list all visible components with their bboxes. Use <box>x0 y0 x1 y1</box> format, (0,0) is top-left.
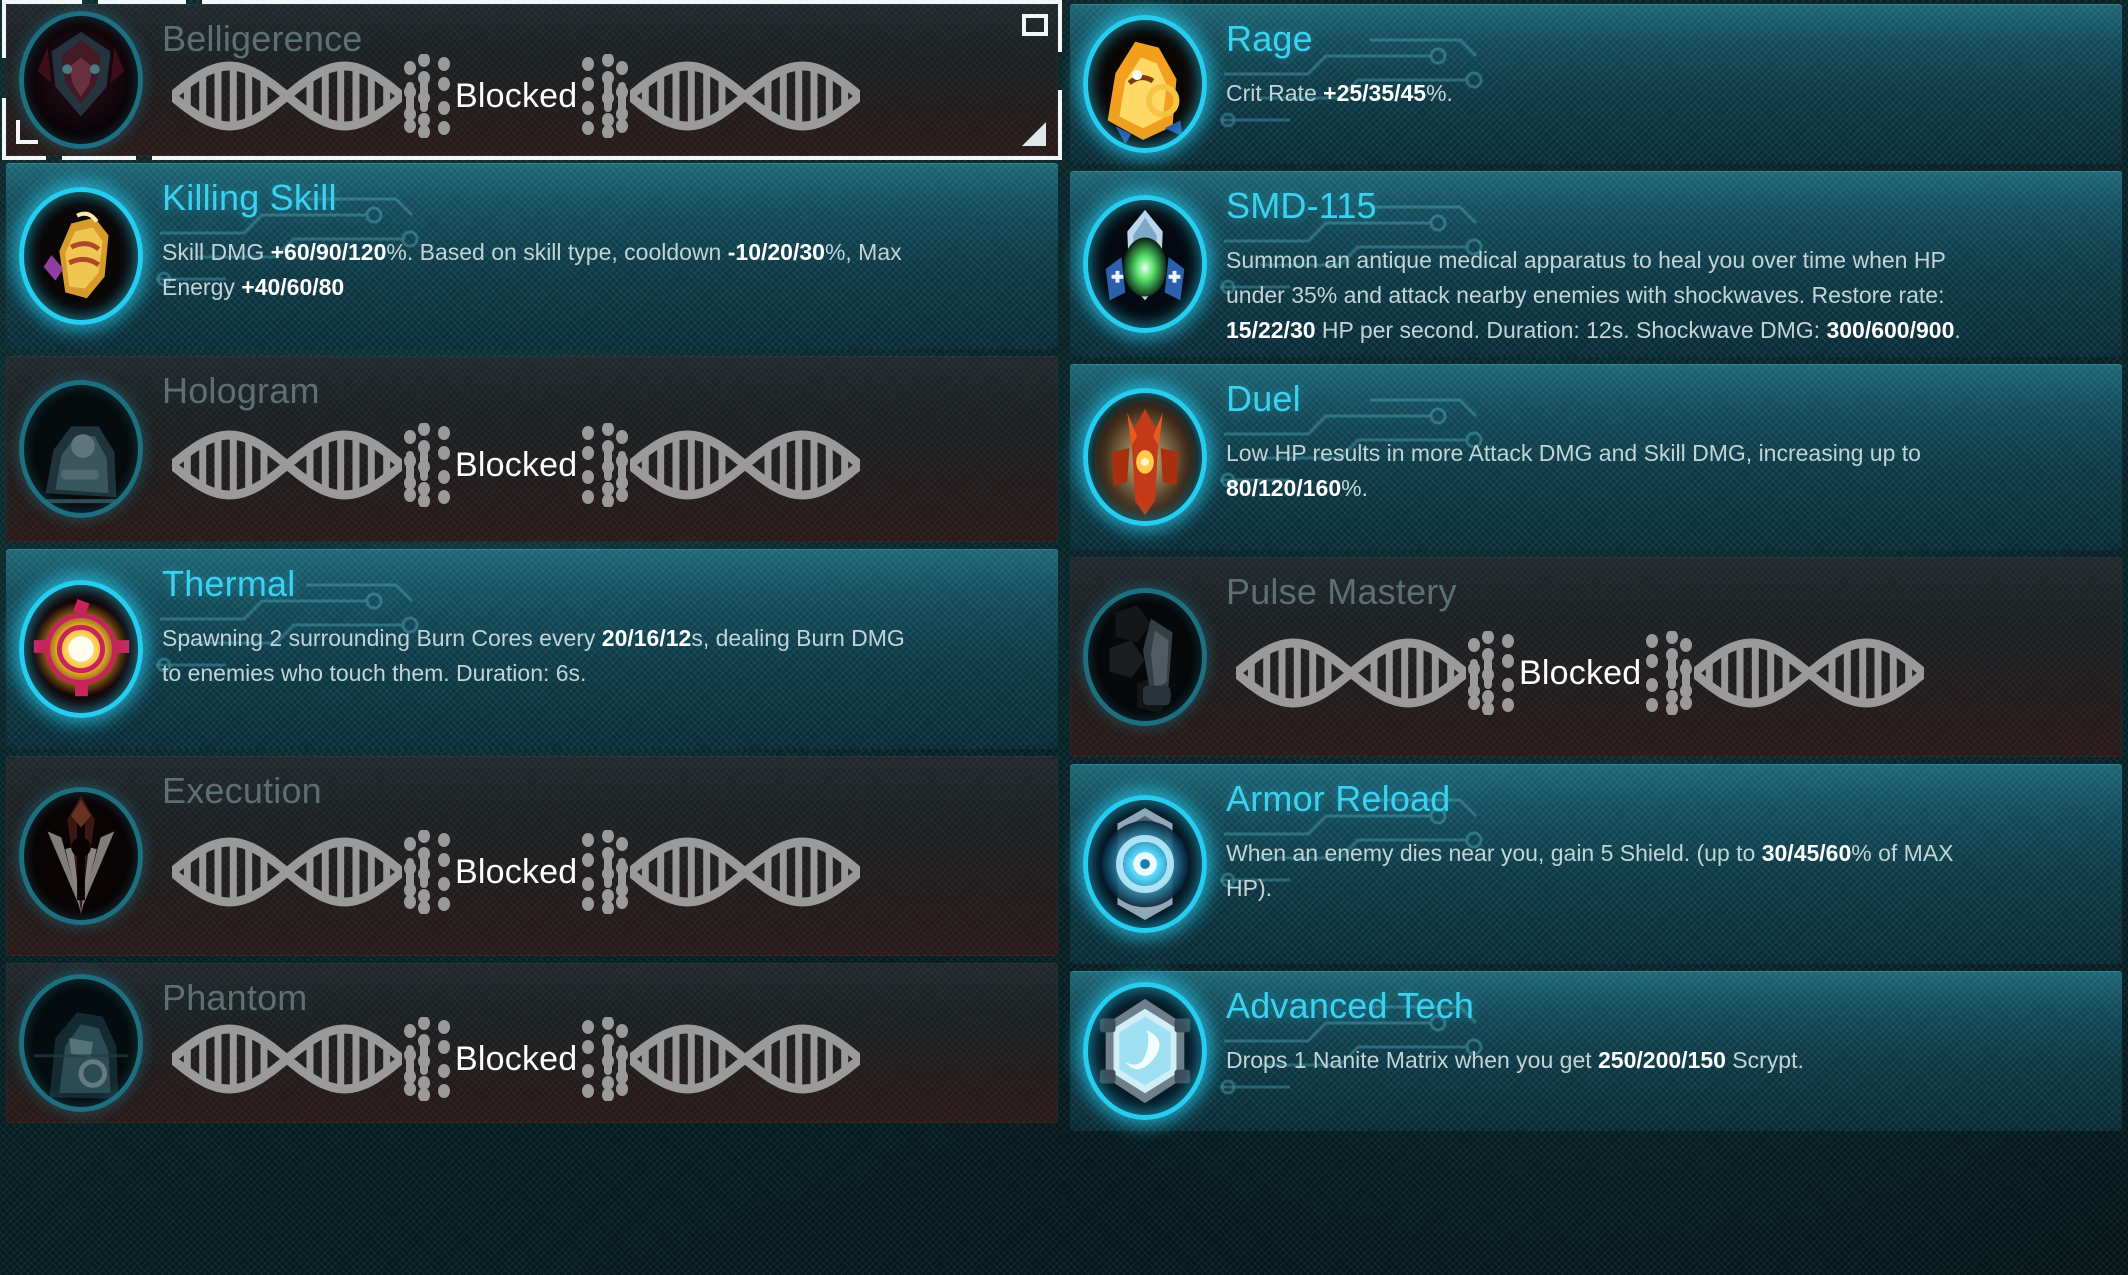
icon-ring <box>1083 195 1207 333</box>
ability-title: Armor Reload <box>1226 778 1451 819</box>
ability-description: Low HP results in more Attack DMG and Sk… <box>1226 439 1921 501</box>
icon-ring <box>1083 388 1207 526</box>
ability-description: Skill DMG +60/90/120%. Based on skill ty… <box>162 238 902 300</box>
left-column: Belligerence Blocked Killing Skill Skill… <box>0 0 1064 1271</box>
ability-title: Thermal <box>162 563 296 604</box>
ability-card-duel[interactable]: Duel Low HP results in more Attack DMG a… <box>1070 364 2122 550</box>
ability-title: Hologram <box>162 370 320 411</box>
ability-icon-wrap[interactable] <box>1070 764 1220 964</box>
ability-title: Phantom <box>162 977 308 1018</box>
ability-card-pulse-mastery[interactable]: Pulse Mastery Blocked <box>1070 557 2122 757</box>
ability-card-execution[interactable]: Execution Blocked <box>6 756 1058 956</box>
ability-card-thermal[interactable]: Thermal Spawning 2 surrounding Burn Core… <box>6 549 1058 749</box>
icon-ring <box>1083 588 1207 726</box>
icon-ring <box>19 187 143 325</box>
ability-title: Pulse Mastery <box>1226 571 1457 612</box>
card-body: Rage Crit Rate +25/35/45%. <box>1220 4 2122 111</box>
card-body: Advanced Tech Drops 1 Nanite Matrix when… <box>1220 971 2122 1078</box>
ability-card-board: Belligerence Blocked Killing Skill Skill… <box>0 0 2128 1275</box>
ability-card-rage[interactable]: Rage Crit Rate +25/35/45%. <box>1070 4 2122 164</box>
ability-icon-wrap[interactable] <box>6 163 156 349</box>
ability-icon-wrap[interactable] <box>1070 364 1220 550</box>
icon-ring <box>19 580 143 718</box>
card-body: Duel Low HP results in more Attack DMG a… <box>1220 364 2122 506</box>
card-body: SMD-115 Summon an antique medical appara… <box>1220 171 2122 348</box>
ability-card-phantom[interactable]: Phantom Blocked <box>6 963 1058 1123</box>
icon-ring <box>19 787 143 925</box>
ability-title: Duel <box>1226 378 1301 419</box>
card-body: Phantom <box>156 963 1058 1017</box>
ability-icon-wrap[interactable] <box>1070 557 1220 757</box>
ability-card-killing-skill[interactable]: Killing Skill Skill DMG +60/90/120%. Bas… <box>6 163 1058 349</box>
icon-ring <box>19 11 143 149</box>
ability-icon-wrap[interactable] <box>6 963 156 1123</box>
ability-description: Crit Rate +25/35/45%. <box>1226 79 1453 106</box>
ability-card-belligerence[interactable]: Belligerence Blocked <box>2 0 1062 160</box>
ability-title: Killing Skill <box>162 177 337 218</box>
ability-card-armor-reload[interactable]: Armor Reload When an enemy dies near you… <box>1070 764 2122 964</box>
ability-icon-wrap[interactable] <box>1070 171 1220 357</box>
icon-ring <box>1083 795 1207 933</box>
ability-card-advanced-tech[interactable]: Advanced Tech Drops 1 Nanite Matrix when… <box>1070 971 2122 1131</box>
card-body: Armor Reload When an enemy dies near you… <box>1220 764 2122 906</box>
ability-icon-wrap[interactable] <box>1070 4 1220 164</box>
ability-card-hologram[interactable]: Hologram Blocked <box>6 356 1058 542</box>
ability-icon-wrap[interactable] <box>6 356 156 542</box>
icon-ring <box>19 974 143 1112</box>
ability-description: Drops 1 Nanite Matrix when you get 250/2… <box>1226 1046 1804 1073</box>
ability-title: SMD-115 <box>1226 185 1377 226</box>
icon-ring <box>1083 15 1207 153</box>
ability-description: When an enemy dies near you, gain 5 Shie… <box>1226 839 1954 901</box>
ability-description: Summon an antique medical apparatus to h… <box>1226 246 1961 343</box>
card-body: Thermal Spawning 2 surrounding Burn Core… <box>156 549 1058 691</box>
ability-description: Spawning 2 surrounding Burn Cores every … <box>162 624 905 686</box>
ability-title: Execution <box>162 770 322 811</box>
right-column: Rage Crit Rate +25/35/45%. SMD-115 Summo… <box>1064 4 2128 1271</box>
ability-icon-wrap[interactable] <box>6 756 156 956</box>
ability-title: Rage <box>1226 18 1313 59</box>
ability-icon-wrap[interactable] <box>1070 971 1220 1131</box>
ability-icon-wrap[interactable] <box>6 549 156 749</box>
card-body: Hologram <box>156 356 1058 410</box>
card-body: Belligerence <box>156 4 1058 58</box>
ability-title: Belligerence <box>162 18 363 59</box>
card-body: Execution <box>156 756 1058 810</box>
ability-title: Advanced Tech <box>1226 985 1475 1026</box>
ability-card-smd-115[interactable]: SMD-115 Summon an antique medical appara… <box>1070 171 2122 357</box>
card-body: Pulse Mastery <box>1220 557 2122 611</box>
icon-ring <box>19 380 143 518</box>
icon-ring <box>1083 982 1207 1120</box>
card-body: Killing Skill Skill DMG +60/90/120%. Bas… <box>156 163 1058 305</box>
ability-icon-wrap[interactable] <box>6 4 156 156</box>
